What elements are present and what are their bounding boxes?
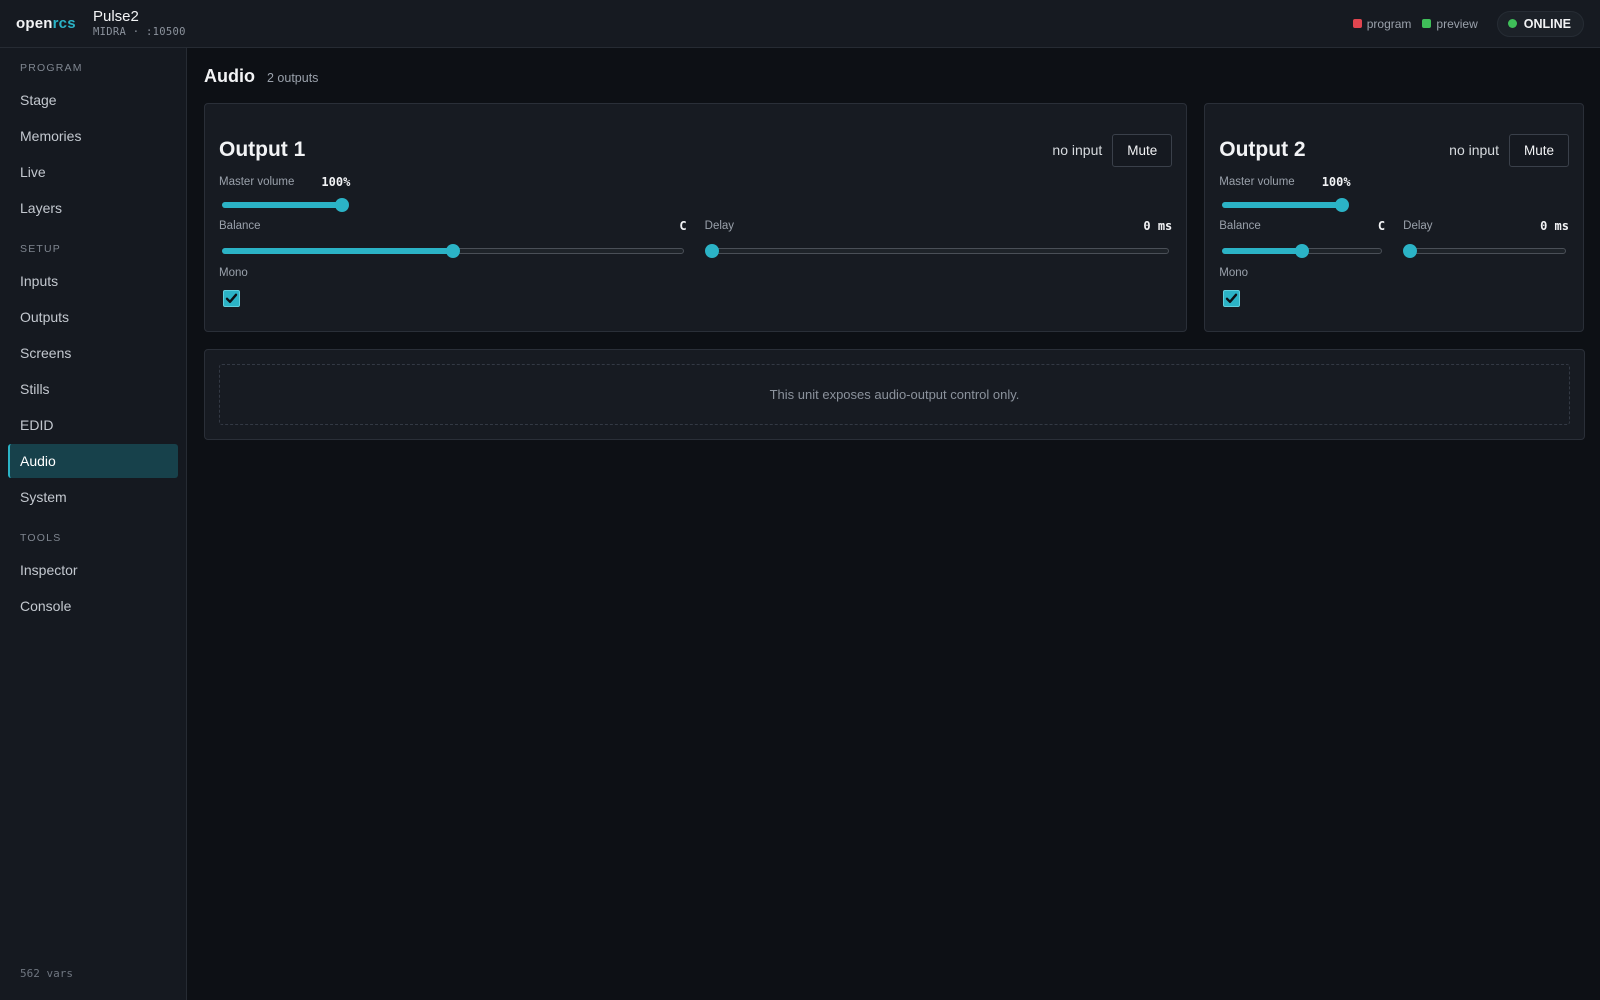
checkmark-icon bbox=[225, 293, 238, 303]
sidebar-item-system[interactable]: System bbox=[8, 480, 178, 514]
balance-value: C bbox=[679, 219, 687, 233]
sidebar-item-stills[interactable]: Stills bbox=[8, 372, 178, 406]
delay-value: 0 ms bbox=[1540, 219, 1570, 233]
sidebar-item-edid[interactable]: EDID bbox=[8, 408, 178, 442]
legend-program-label: program bbox=[1366, 16, 1412, 31]
sidebar-item-live[interactable]: Live bbox=[8, 155, 178, 189]
main-content: Audio 2 outputs Output 1 no input Mute M… bbox=[204, 48, 1585, 440]
device-name: Pulse2 bbox=[93, 8, 139, 25]
connection-status-label: ONLINE bbox=[1523, 16, 1571, 31]
slider-thumb[interactable] bbox=[1403, 244, 1418, 258]
legend-program: program bbox=[1352, 16, 1412, 31]
input-status: no input bbox=[1449, 142, 1499, 158]
mute-button[interactable]: Mute bbox=[1508, 133, 1569, 167]
info-panel: This unit exposes audio-output control o… bbox=[204, 349, 1585, 440]
connection-status-badge: ONLINE bbox=[1496, 10, 1584, 37]
checkmark-icon bbox=[1226, 293, 1238, 303]
output-card-1: Output 1 no input Mute Master volume 100… bbox=[204, 103, 1188, 332]
sidebar-item-audio[interactable]: Audio bbox=[8, 444, 178, 478]
output-title: Output 2 bbox=[1219, 138, 1306, 161]
sidebar-item-outputs[interactable]: Outputs bbox=[8, 300, 178, 334]
slider-thumb[interactable] bbox=[446, 244, 460, 258]
program-swatch-icon bbox=[1352, 19, 1362, 28]
sidebar: PROGRAM Stage Memories Live Layers SETUP… bbox=[0, 48, 187, 1000]
output-title: Output 1 bbox=[219, 138, 306, 161]
info-message: This unit exposes audio-output control o… bbox=[219, 364, 1570, 425]
sidebar-item-console[interactable]: Console bbox=[8, 589, 178, 623]
balance-slider[interactable] bbox=[1219, 244, 1385, 258]
legend-preview-label: preview bbox=[1436, 16, 1478, 31]
brand-open: open bbox=[16, 15, 53, 32]
input-status: no input bbox=[1052, 142, 1103, 158]
brand-rcs: rcs bbox=[52, 15, 76, 32]
balance-label: Balance bbox=[1219, 220, 1261, 232]
top-bar: openrcs Pulse2 MIDRA · :10500 program pr… bbox=[0, 0, 1600, 48]
mono-label: Mono bbox=[219, 267, 248, 279]
output-card-2: Output 2 no input Mute Master volume 100… bbox=[1204, 103, 1584, 332]
page-header: Audio 2 outputs bbox=[204, 66, 1584, 88]
master-volume-slider[interactable] bbox=[219, 198, 349, 212]
delay-slider[interactable] bbox=[1403, 244, 1569, 258]
device-info: Pulse2 MIDRA · :10500 bbox=[93, 8, 186, 39]
master-volume-label: Master volume bbox=[219, 176, 295, 188]
legend-preview: preview bbox=[1422, 16, 1478, 31]
delay-slider[interactable] bbox=[704, 244, 1173, 258]
device-address: MIDRA · :10500 bbox=[93, 26, 186, 38]
balance-slider[interactable] bbox=[219, 244, 687, 258]
nav-section-setup: SETUP bbox=[20, 243, 62, 255]
sidebar-item-layers[interactable]: Layers bbox=[8, 191, 178, 225]
master-volume-value: 100% bbox=[321, 175, 351, 189]
master-volume-slider[interactable] bbox=[1219, 198, 1350, 212]
nav-section-tools: TOOLS bbox=[20, 532, 62, 544]
delay-label: Delay bbox=[1403, 220, 1433, 232]
mute-button[interactable]: Mute bbox=[1112, 133, 1173, 167]
sidebar-item-inspector[interactable]: Inspector bbox=[8, 553, 178, 587]
balance-label: Balance bbox=[219, 220, 261, 232]
vars-count: 562 vars bbox=[20, 967, 73, 980]
delay-value: 0 ms bbox=[1143, 219, 1173, 233]
master-volume-label: Master volume bbox=[1219, 176, 1295, 188]
mono-checkbox[interactable] bbox=[223, 290, 240, 307]
page-title: Audio bbox=[204, 66, 255, 86]
page-subtitle: 2 outputs bbox=[267, 71, 319, 85]
mono-checkbox[interactable] bbox=[1223, 290, 1241, 307]
master-volume-value: 100% bbox=[1321, 175, 1351, 189]
status-dot-icon bbox=[1507, 19, 1517, 28]
preview-swatch-icon bbox=[1422, 19, 1432, 28]
slider-thumb[interactable] bbox=[335, 198, 349, 212]
sidebar-item-inputs[interactable]: Inputs bbox=[8, 264, 178, 298]
balance-value: C bbox=[1377, 219, 1386, 233]
slider-thumb[interactable] bbox=[704, 244, 719, 258]
sidebar-item-stage[interactable]: Stage bbox=[8, 83, 178, 117]
sidebar-item-screens[interactable]: Screens bbox=[8, 336, 178, 370]
delay-label: Delay bbox=[704, 220, 735, 232]
nav-section-program: PROGRAM bbox=[20, 62, 83, 74]
slider-thumb[interactable] bbox=[1295, 244, 1310, 258]
brand-logo[interactable]: openrcs bbox=[16, 15, 93, 32]
slider-thumb[interactable] bbox=[1335, 198, 1350, 212]
mono-label: Mono bbox=[1219, 267, 1249, 279]
sidebar-item-memories[interactable]: Memories bbox=[8, 119, 178, 153]
